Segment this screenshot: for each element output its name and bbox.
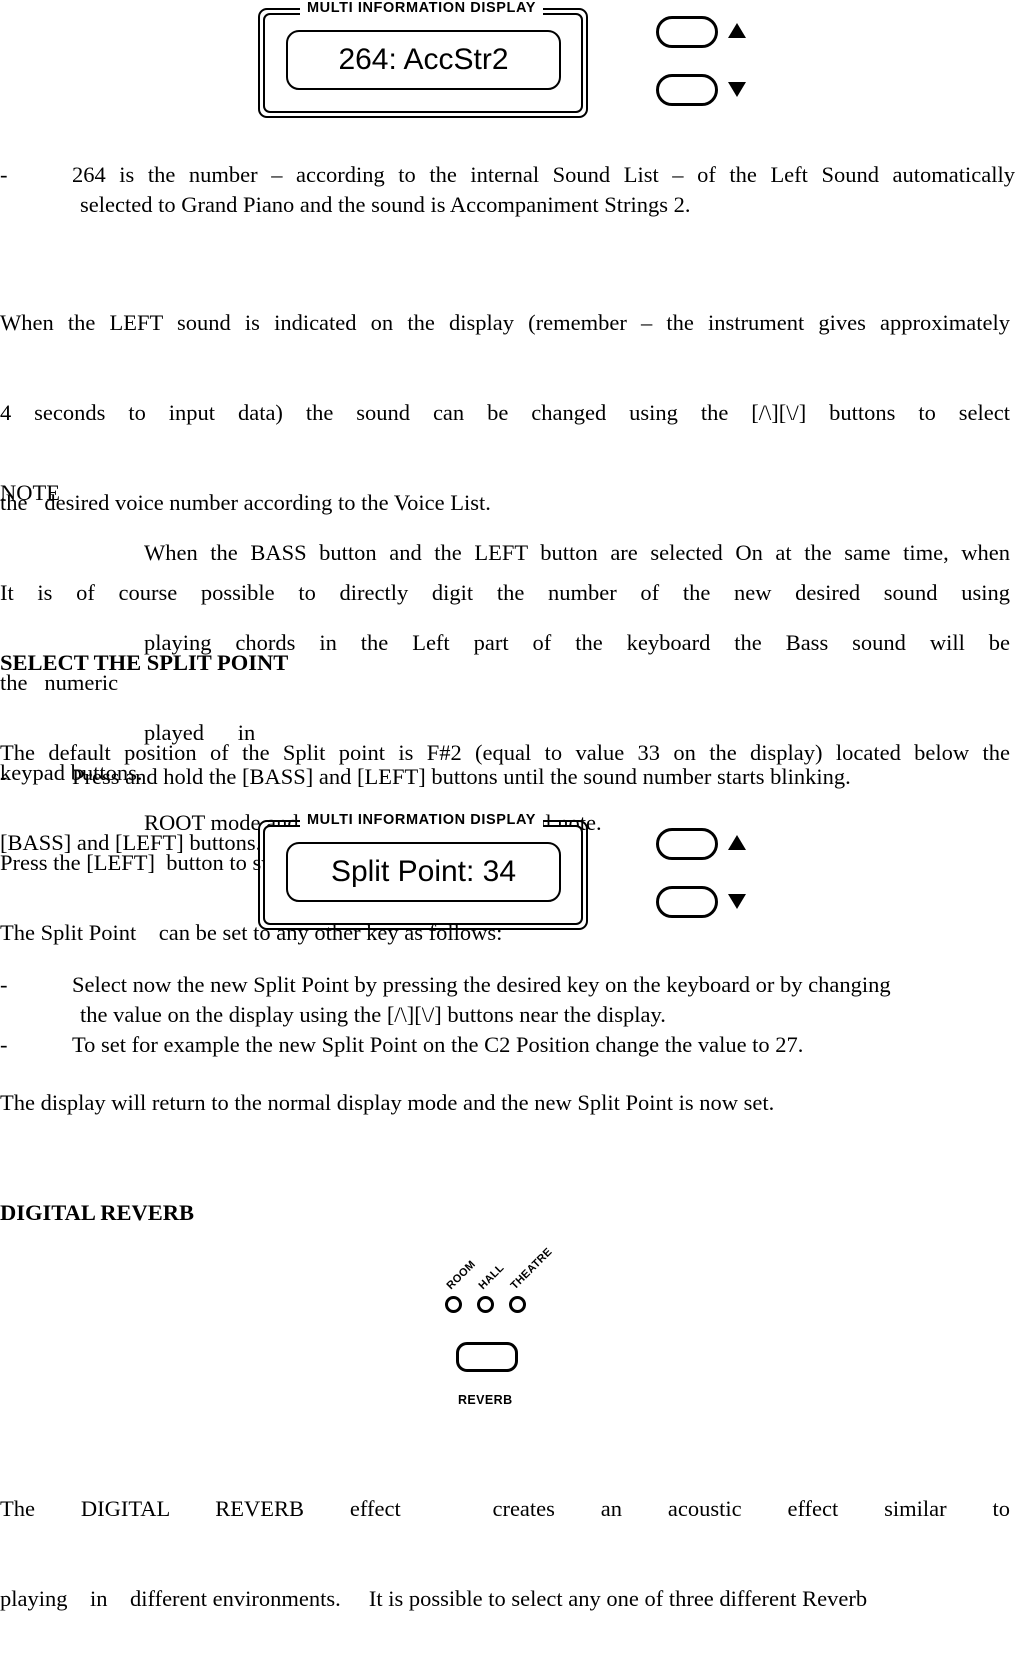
lcd-value-1: 264: AccStr2 [338, 43, 509, 76]
reverb-control-widget: ROOM HALL THEATRE REVERB [420, 1246, 600, 1420]
led-hall-icon [477, 1296, 494, 1313]
triangle-up-icon [728, 23, 746, 38]
bullet-line-1: 264 is the number – according to the int… [72, 160, 1015, 190]
led-label-hall: HALL [476, 1261, 507, 1292]
multi-information-display-widget-1: MULTI INFORMATION DISPLAY 264: AccStr2 [258, 0, 768, 126]
led-room-icon [445, 1296, 462, 1313]
led-theatre-icon [509, 1296, 526, 1313]
display-button-column-2 [656, 820, 766, 930]
bullet-select-line-2: the value on the display using the [/\][… [80, 1002, 666, 1027]
reverb-button[interactable] [456, 1342, 518, 1372]
display-up-button-2[interactable] [656, 828, 718, 860]
note-label: NOTE [0, 480, 60, 505]
reverb-text-line-1: The DIGITAL REVERB effect creates an aco… [0, 1496, 1010, 1521]
bullet-line-2: selected to Grand Piano and the sound is… [80, 190, 1015, 220]
display-title-2: MULTI INFORMATION DISPLAY [300, 812, 544, 829]
bullet-select-line-1: Select now the new Split Point by pressi… [72, 972, 891, 997]
display-title-1: MULTI INFORMATION DISPLAY [300, 0, 544, 17]
reverb-text-line-2: playing in different environments. It is… [0, 1586, 868, 1611]
led-label-room: ROOM [444, 1258, 479, 1292]
bullet-dash: - [0, 1032, 8, 1057]
heading-digital-reverb: DIGITAL REVERB [0, 1200, 195, 1225]
multi-information-display-widget-2: MULTI INFORMATION DISPLAY Split Point: 3… [258, 812, 768, 938]
bullet-c2-text: To set for example the new Split Point o… [72, 1032, 804, 1057]
lcd-screen-1: 264: AccStr2 [286, 30, 561, 90]
bullet-dash: - [0, 972, 8, 997]
display-down-button-1[interactable] [656, 74, 718, 106]
lcd-screen-2: Split Point: 34 [286, 842, 561, 902]
bullet-dash: - [0, 764, 8, 789]
para1-line-1: When the LEFT sound is indicated on the … [0, 310, 1010, 335]
note-line-1: When the BASS button and the LEFT button… [144, 540, 1010, 565]
bullet-hold-text: Press and hold the [BASS] and [LEFT] but… [72, 764, 851, 789]
led-label-theatre: THEATRE [508, 1245, 555, 1292]
display-button-column-1 [656, 8, 766, 118]
bullet-line-2-text: selected to Grand Piano and the sound is… [80, 192, 691, 217]
display-down-button-2[interactable] [656, 886, 718, 918]
triangle-down-icon [728, 894, 746, 909]
paragraph-split-closing: The display will return to the normal di… [0, 1090, 775, 1115]
paragraph-reverb-description: The DIGITAL REVERB effect creates an aco… [0, 1434, 1010, 1674]
bullet-dash: - [0, 162, 8, 187]
para1-line-2: 4 seconds to input data) the sound can b… [0, 400, 1010, 425]
display-up-button-1[interactable] [656, 16, 718, 48]
bullet-line-1-text: 264 is the number – according to the int… [72, 162, 1015, 187]
triangle-down-icon [728, 82, 746, 97]
lcd-value-2: Split Point: 34 [330, 855, 517, 888]
reverb-button-caption: REVERB [458, 1393, 513, 1407]
heading-select-split-point: SELECT THE SPLIT POINT [0, 650, 289, 675]
triangle-up-icon [728, 835, 746, 850]
document-page: MULTI INFORMATION DISPLAY 264: AccStr2 -… [0, 0, 1015, 1611]
